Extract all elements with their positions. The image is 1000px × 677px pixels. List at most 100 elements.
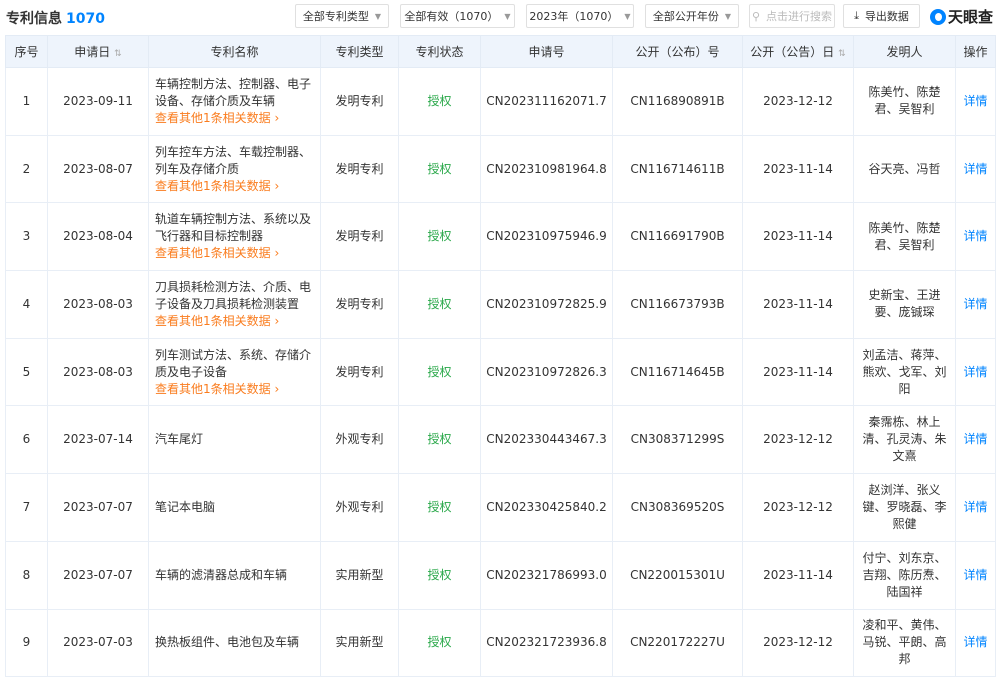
validity-filter[interactable]: 全部有效（1070） ▼: [400, 4, 515, 28]
patent-type: 外观专利: [320, 405, 399, 475]
publication-date: 2023-12-12: [742, 67, 854, 136]
detail-link[interactable]: 详情: [955, 405, 996, 475]
more-data-link[interactable]: 查看其他1条相关数据 ›: [155, 381, 316, 398]
detail-link[interactable]: 详情: [955, 67, 996, 136]
publication-number: CN116890891B: [612, 67, 743, 136]
patent-name-cell: 车辆的滤清器总成和车辆: [148, 540, 321, 610]
app-date: 2023-07-14: [47, 405, 149, 475]
more-data-link[interactable]: 查看其他1条相关数据 ›: [155, 178, 316, 195]
publication-number: CN116673793B: [612, 270, 743, 339]
col-inventors: 发明人: [853, 35, 956, 68]
table-row: 2 2023-08-07 列车控车方法、车载控制器、列车及存储介质查看其他1条相…: [5, 134, 996, 204]
patent-name-cell: 笔记本电脑: [148, 473, 321, 542]
table-row: 6 2023-07-14 汽车尾灯 外观专利 授权 CN202330443467…: [5, 405, 996, 475]
app-date: 2023-08-07: [47, 134, 149, 204]
publication-date: 2023-11-14: [742, 337, 854, 407]
sort-icon[interactable]: ⇅: [114, 49, 122, 59]
caret-down-icon: ▼: [724, 11, 732, 21]
detail-link[interactable]: 详情: [955, 134, 996, 204]
patent-name-cell: 刀具损耗检测方法、介质、电子设备及刀具损耗检测装置 查看其他1条相关数据 ›: [148, 270, 321, 339]
row-index: 3: [5, 202, 48, 272]
app-date: 2023-07-07: [47, 473, 149, 542]
col-app-date[interactable]: 申请日 ⇅: [47, 35, 149, 68]
patent-name: 笔记本电脑: [155, 499, 216, 514]
patent-count: 1070: [66, 11, 105, 27]
application-number: CN202311162071.7: [480, 67, 613, 136]
row-index: 1: [5, 67, 48, 136]
patent-type: 发明专利: [320, 202, 399, 272]
publication-date: 2023-12-12: [742, 405, 854, 475]
application-number: CN202321786993.0: [480, 540, 613, 610]
publication-number: CN220015301U: [612, 540, 743, 610]
inventors: 刘孟洁、蒋萍、熊欢、戈军、刘阳: [853, 337, 956, 407]
col-pub-date[interactable]: 公开（公告）日 ⇅: [742, 35, 854, 68]
col-action: 操作: [955, 35, 996, 68]
patent-type: 实用新型: [320, 540, 399, 610]
download-icon: ⤓: [854, 9, 859, 22]
sort-icon[interactable]: ⇅: [838, 49, 846, 59]
col-name: 专利名称: [148, 35, 321, 68]
patent-name-cell: 汽车尾灯: [148, 405, 321, 475]
status-badge: 授权: [398, 405, 481, 475]
more-data-link[interactable]: 查看其他1条相关数据 ›: [155, 313, 316, 330]
publication-date: 2023-12-12: [742, 473, 854, 542]
status-badge: 授权: [398, 540, 481, 610]
table-row: 1 2023-09-11 车辆控制方法、控制器、电子设备、存储介质及车辆 查看其他…: [5, 67, 996, 136]
publication-number: CN116714645B: [612, 337, 743, 407]
patent-type: 发明专利: [320, 134, 399, 204]
patent-type: 发明专利: [320, 337, 399, 407]
row-index: 5: [5, 337, 48, 407]
table-header: 序号 申请日 ⇅ 专利名称 专利类型 专利状态 申请号 公开（公布）号 公开（公…: [5, 35, 996, 68]
search-input[interactable]: ⚲ 点击进行搜索: [749, 4, 835, 28]
patent-name-cell: 列车控车方法、车载控制器、列车及存储介质查看其他1条相关数据 ›: [148, 134, 321, 204]
caret-down-icon: ▼: [504, 11, 511, 21]
application-number: CN202330443467.3: [480, 405, 613, 475]
status-badge: 授权: [398, 202, 481, 272]
row-index: 8: [5, 540, 48, 610]
col-app-no: 申请号: [480, 35, 613, 68]
patent-name: 列车控车方法、车载控制器、列车及存储介质: [155, 144, 312, 176]
logo-icon: [930, 8, 946, 25]
row-index: 7: [5, 473, 48, 542]
patent-name: 汽车尾灯: [155, 432, 204, 447]
detail-link[interactable]: 详情: [955, 270, 996, 339]
patent-name-cell: 车辆控制方法、控制器、电子设备、存储介质及车辆 查看其他1条相关数据 ›: [148, 67, 321, 136]
patent-type: 发明专利: [320, 67, 399, 136]
col-status: 专利状态: [398, 35, 481, 68]
row-index: 2: [5, 134, 48, 204]
publication-date: 2023-11-14: [742, 202, 854, 272]
detail-link[interactable]: 详情: [955, 473, 996, 542]
app-date: 2023-08-04: [47, 202, 149, 272]
patent-name-cell: 轨道车辆控制方法、系统以及飞行器和目标控制器 查看其他1条相关数据 ›: [148, 202, 321, 272]
chevron-right-icon: ›: [274, 313, 280, 328]
publication-year-filter[interactable]: 全部公开年份 ▼: [645, 4, 739, 28]
patent-name: 轨道车辆控制方法、系统以及飞行器和目标控制器: [155, 212, 312, 244]
chevron-right-icon: ›: [274, 246, 280, 261]
detail-link[interactable]: 详情: [955, 202, 996, 272]
detail-link[interactable]: 详情: [955, 337, 996, 407]
patent-table: 序号 申请日 ⇅ 专利名称 专利类型 专利状态 申请号 公开（公布）号 公开（公…: [5, 35, 996, 677]
app-date: 2023-07-07: [47, 540, 149, 610]
inventors: 陈美竹、陈楚君、吴智利: [853, 67, 956, 136]
year-filter[interactable]: 2023年（1070） ▼: [526, 4, 634, 28]
status-badge: 授权: [398, 337, 481, 407]
more-data-link[interactable]: 查看其他1条相关数据 ›: [155, 245, 316, 262]
app-date: 2023-08-03: [47, 270, 149, 339]
application-number: CN202310972826.3: [480, 337, 613, 407]
table-row: 3 2023-08-04 轨道车辆控制方法、系统以及飞行器和目标控制器 查看其他1…: [5, 202, 996, 272]
patent-type-filter[interactable]: 全部专利类型 ▼: [295, 4, 389, 28]
search-icon: ⚲: [751, 9, 761, 23]
export-button[interactable]: ⤓ 导出数据: [843, 4, 920, 28]
patent-type: 外观专利: [320, 473, 399, 542]
chevron-right-icon: ›: [274, 178, 280, 193]
status-badge: 授权: [398, 270, 481, 339]
chevron-right-icon: ›: [274, 381, 280, 396]
publication-number: CN116714611B: [612, 134, 743, 204]
detail-link[interactable]: 详情: [955, 540, 996, 610]
patent-name: 换热板组件、电池包及车辆: [155, 635, 300, 650]
table-row: 8 2023-07-07 车辆的滤清器总成和车辆 实用新型 授权 CN20232…: [5, 540, 996, 610]
patent-name: 车辆的滤清器总成和车辆: [155, 567, 288, 582]
caret-down-icon: ▼: [624, 11, 631, 21]
more-data-link[interactable]: 查看其他1条相关数据 ›: [155, 110, 316, 127]
inventors: 付宁、刘东京、吉翔、陈历焘、陆国祥: [853, 540, 956, 610]
